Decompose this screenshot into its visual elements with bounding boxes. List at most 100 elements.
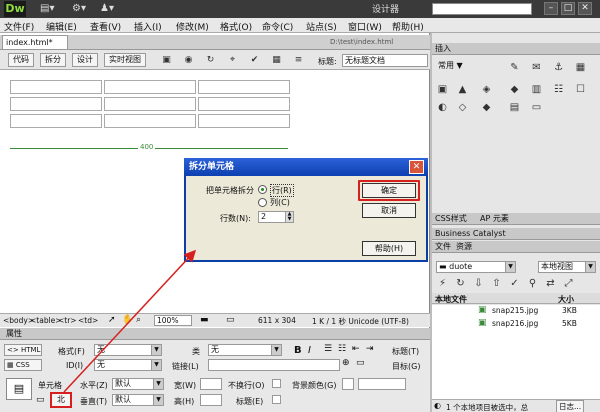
tab-assets[interactable]: 资源 <box>456 241 472 252</box>
menu-site[interactable]: 站点(S) <box>306 20 337 33</box>
unordered-list-icon[interactable]: ☰ <box>324 344 332 354</box>
point-to-file-icon[interactable]: ⊕ <box>342 358 350 368</box>
col-local-files[interactable]: 本地文件 <box>435 294 467 305</box>
spinner-icon[interactable]: ▲ ▼ <box>285 212 293 222</box>
radio-rows[interactable] <box>258 185 267 194</box>
table-cell[interactable] <box>198 97 290 111</box>
maximize-button[interactable]: □ <box>561 2 575 15</box>
get-files-icon[interactable]: ⇩ <box>472 277 485 290</box>
view-select[interactable]: 本地视图 ▼ <box>538 261 596 273</box>
class-select[interactable]: 无 ▼ <box>208 344 282 356</box>
zoom-tool-icon[interactable]: ⌕ <box>136 315 141 325</box>
div-icon[interactable]: ▣ <box>436 83 449 96</box>
window-size-icon[interactable]: ▬ <box>200 315 209 325</box>
calendar-icon[interactable]: ☷ <box>552 83 565 96</box>
hand-tool-icon[interactable]: ✋ <box>122 315 133 325</box>
anchor-icon[interactable]: ⚓ <box>552 61 565 74</box>
refresh-files-icon[interactable]: ↻ <box>454 277 467 290</box>
site-select[interactable]: ▬ duote ▼ <box>436 261 516 273</box>
header-checkbox[interactable] <box>272 395 281 404</box>
radio-cols-label[interactable]: 列(C) <box>270 197 290 208</box>
file-row[interactable]: ▣ snap215.jpg 3KB <box>432 305 600 317</box>
menu-edit[interactable]: 编辑(E) <box>46 20 77 33</box>
table-cell[interactable] <box>10 97 102 111</box>
radio-cols[interactable] <box>258 198 267 207</box>
tag-chooser-icon[interactable]: ▤ <box>508 101 521 114</box>
close-button[interactable]: ✕ <box>578 2 592 15</box>
link-input[interactable] <box>208 359 340 371</box>
table-cell[interactable] <box>104 114 196 128</box>
menu-modify[interactable]: 修改(M) <box>176 20 209 33</box>
tag-td[interactable]: <td> <box>78 316 98 325</box>
height-input[interactable] <box>200 394 222 406</box>
email-link-icon[interactable]: ✉ <box>530 61 543 74</box>
width-input[interactable] <box>200 378 222 390</box>
document-tab[interactable]: index.html* <box>2 35 68 49</box>
refresh-icon[interactable]: ↻ <box>204 54 217 66</box>
globe-icon[interactable]: ◉ <box>182 54 195 66</box>
business-catalyst-header[interactable]: Business Catalyst <box>432 228 600 240</box>
count-input[interactable]: 2 ▲ ▼ <box>258 211 294 223</box>
preview-icon[interactable]: ▦ <box>270 54 283 66</box>
page-title-input[interactable]: 无标题文档 <box>342 54 428 67</box>
table-cell[interactable] <box>104 80 196 94</box>
table-icon[interactable]: ▦ <box>574 61 587 74</box>
zoom-select[interactable]: 100% <box>154 315 192 326</box>
comment-icon[interactable]: ☐ <box>574 83 587 96</box>
template-icon[interactable]: ◆ <box>480 101 493 114</box>
table-cell[interactable] <box>10 80 102 94</box>
image-icon[interactable]: ▲ <box>456 83 469 96</box>
search-input[interactable] <box>432 3 532 15</box>
table-cell[interactable] <box>198 80 290 94</box>
options-icon[interactable]: ≡ <box>292 54 305 66</box>
nowrap-checkbox[interactable] <box>272 379 281 388</box>
insert-category-select[interactable]: 常用 ▼ <box>436 61 496 73</box>
log-button[interactable]: 日志... <box>556 400 585 412</box>
css-mode-button[interactable]: ▦ CSS <box>4 359 42 371</box>
menu-commands[interactable]: 命令(C) <box>262 20 293 33</box>
media-icon[interactable]: ◈ <box>480 83 493 96</box>
screen-icon[interactable]: ▭ <box>226 315 235 325</box>
check-icon[interactable]: ✔ <box>248 54 261 66</box>
menu-insert[interactable]: 插入(I) <box>134 20 162 33</box>
file-row[interactable]: ▣ snap216.jpg 5KB <box>432 318 600 330</box>
sync-icon[interactable]: ⇄ <box>544 277 557 290</box>
more-icon[interactable]: ▭ <box>530 101 543 114</box>
menu-view[interactable]: 查看(V) <box>90 20 121 33</box>
radio-rows-label[interactable]: 行(R) <box>270 184 294 197</box>
inspect-icon[interactable]: ⌖ <box>226 54 239 66</box>
horz-select[interactable]: 默认 ▼ <box>112 378 164 390</box>
tag-tr[interactable]: <tr> <box>58 316 77 325</box>
table-cell[interactable] <box>198 114 290 128</box>
ok-button[interactable]: 确定 <box>362 183 416 198</box>
minimize-button[interactable]: – <box>544 2 558 15</box>
vert-select[interactable]: 默认 ▼ <box>112 394 164 406</box>
widget-icon[interactable]: ◆ <box>508 83 521 96</box>
bg-color-input[interactable] <box>358 378 406 390</box>
menu-help[interactable]: 帮助(H) <box>392 20 424 33</box>
layout-icon[interactable]: ▤▾ <box>40 3 54 15</box>
table-cell[interactable] <box>10 114 102 128</box>
live-view-button[interactable]: 实时视图 <box>104 53 146 67</box>
multiscreen-icon[interactable]: ▣ <box>160 54 173 66</box>
bold-button[interactable]: B <box>294 345 302 356</box>
menu-file[interactable]: 文件(F) <box>4 20 34 33</box>
merge-cells-icon[interactable]: ▭ <box>36 395 45 405</box>
script-icon[interactable]: ◇ <box>456 101 469 114</box>
dialog-close-icon[interactable]: ✕ <box>409 160 424 174</box>
tab-ap-elements[interactable]: AP 元素 <box>480 213 509 224</box>
table-cell[interactable] <box>104 97 196 111</box>
user-icon[interactable]: ♟▾ <box>100 3 114 15</box>
settings-icon[interactable]: ⚙▾ <box>72 3 86 15</box>
outdent-icon[interactable]: ⇤ <box>352 344 360 354</box>
design-view-button[interactable]: 设计 <box>72 53 98 67</box>
bg-color-swatch[interactable] <box>342 378 354 390</box>
date-icon[interactable]: ▥ <box>530 83 543 96</box>
split-cell-button[interactable]: 北 <box>50 392 72 408</box>
browse-folder-icon[interactable]: ▭ <box>356 358 365 368</box>
connect-icon[interactable]: ⚡ <box>436 277 449 290</box>
expand-icon[interactable]: ⤢ <box>562 277 575 290</box>
ordered-list-icon[interactable]: ☷ <box>338 344 346 354</box>
hyperlink-icon[interactable]: ✎ <box>508 61 521 74</box>
tab-files[interactable]: 文件 <box>435 241 451 252</box>
